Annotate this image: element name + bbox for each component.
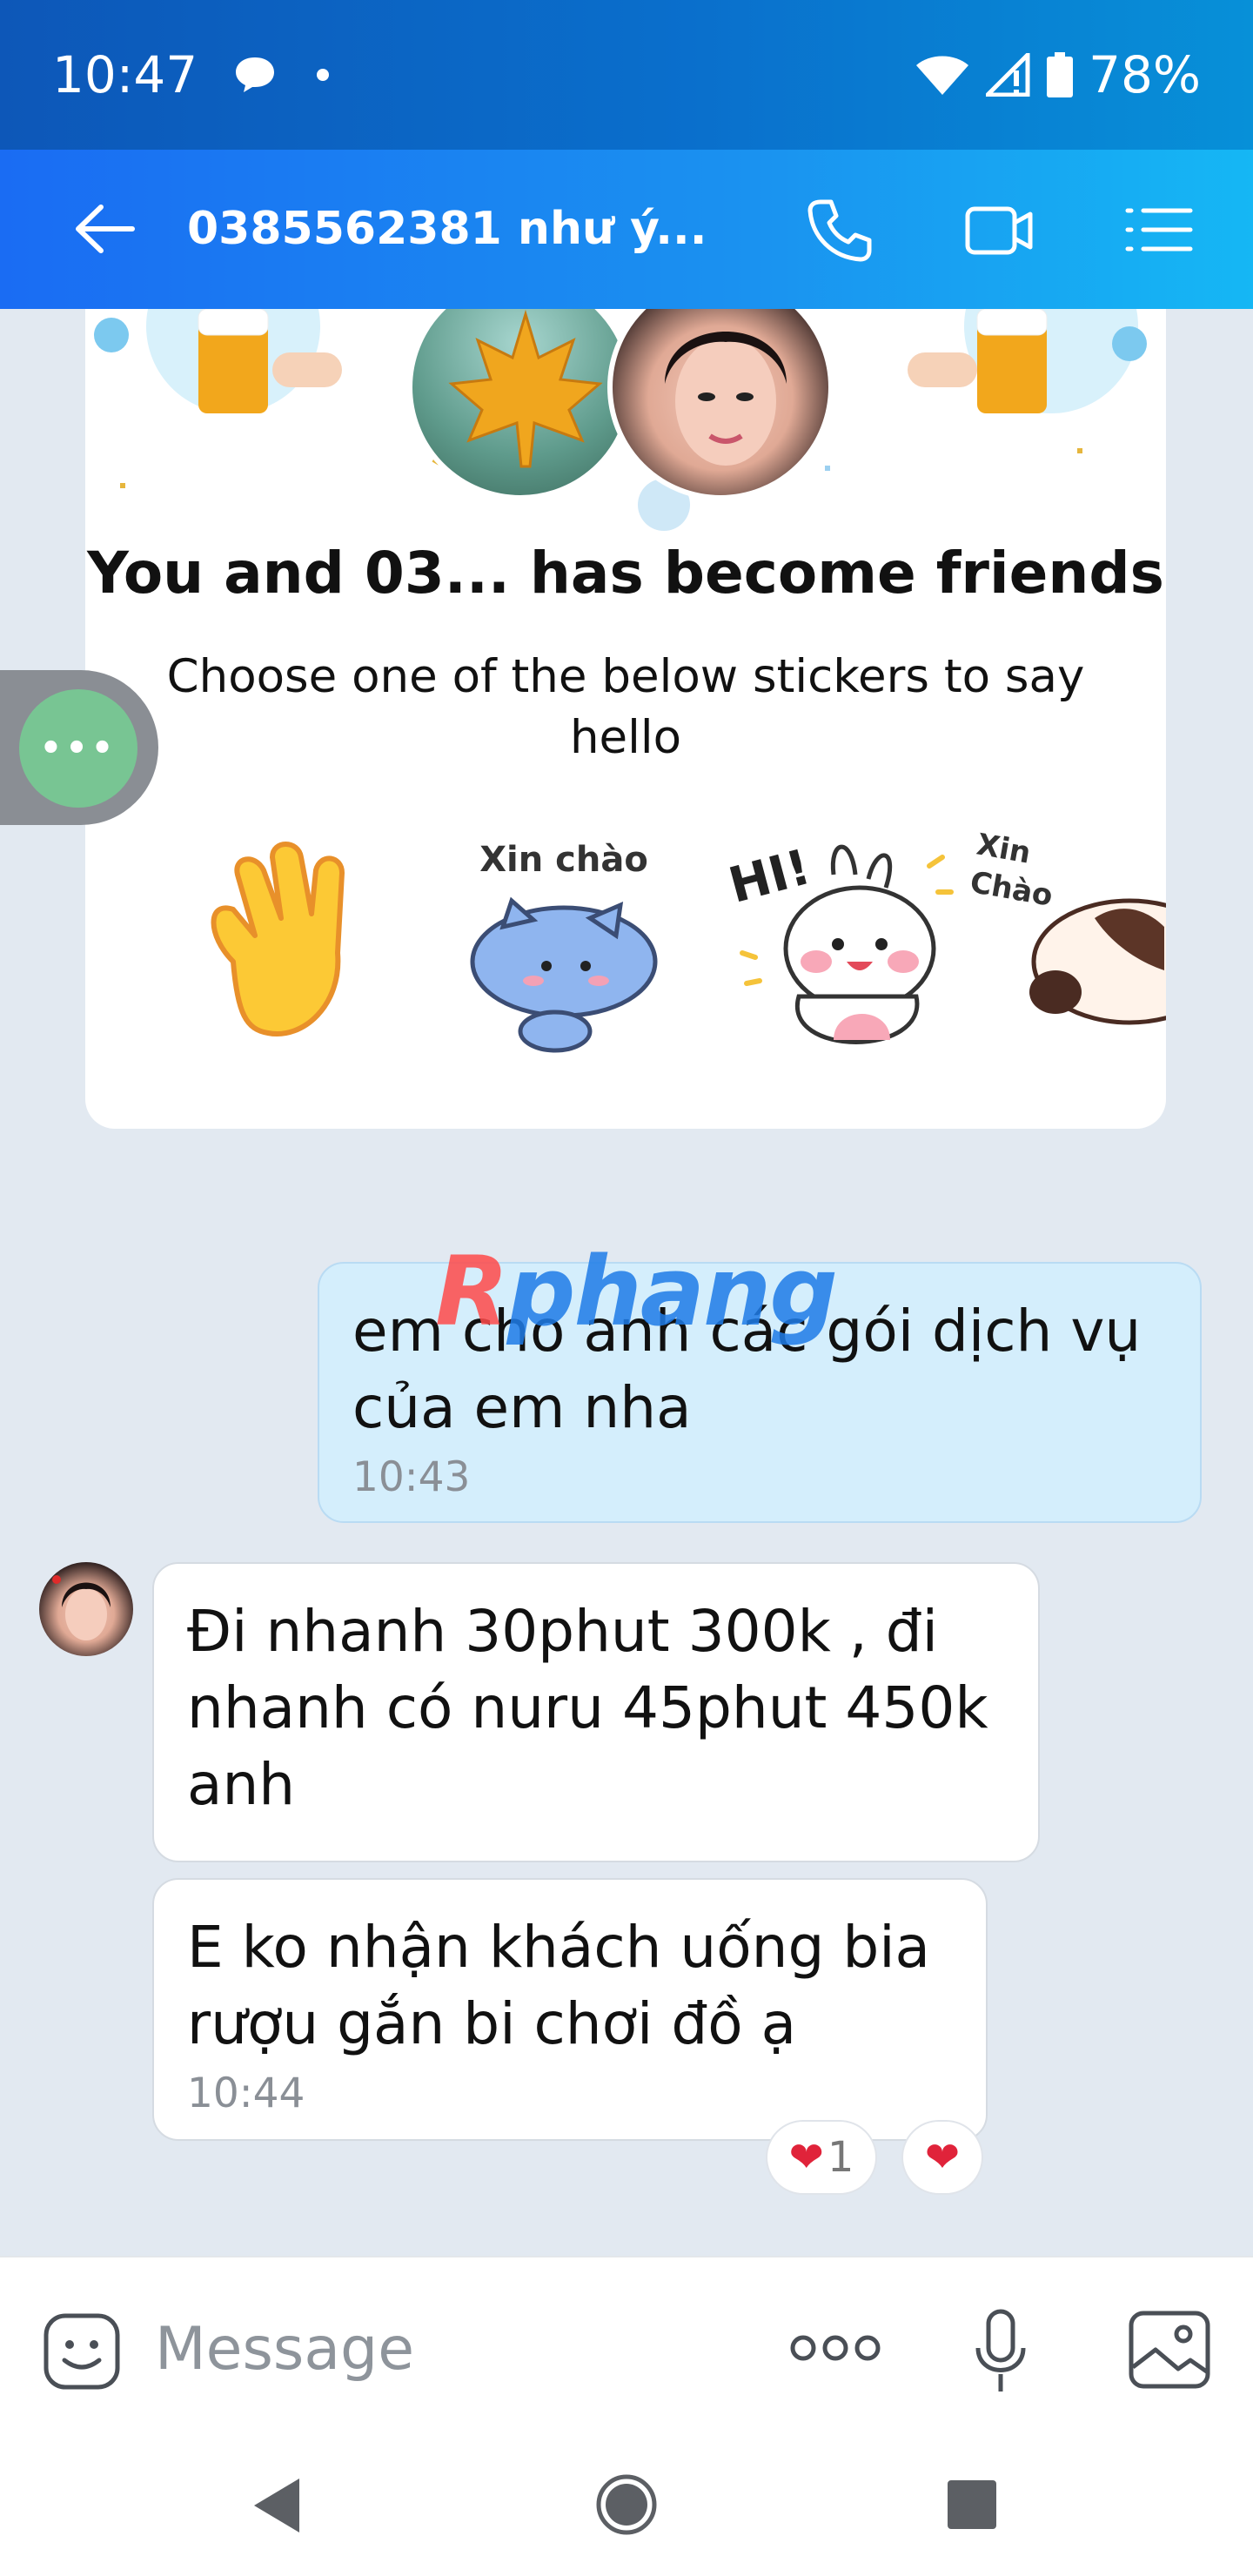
message-time: 10:44 xyxy=(187,2070,305,2117)
message-text: E ko nhận khách uống bia rượu gắn bi chơ… xyxy=(187,1914,931,2057)
phone-icon[interactable] xyxy=(805,195,874,265)
sticker-text: Xin chào xyxy=(479,840,648,880)
more-bubble-icon[interactable]: ••• xyxy=(19,689,137,808)
received-message[interactable]: Đi nhanh 30phut 300k , đi nhanh có nuru … xyxy=(152,1562,1040,1862)
friends-headline: You and 03... has become friends xyxy=(87,540,1164,607)
heart-icon: ❤ xyxy=(924,2133,961,2182)
menu-list-icon[interactable] xyxy=(1124,195,1194,265)
status-time: 10:47 xyxy=(52,45,198,104)
waving-hand-sticker[interactable] xyxy=(172,831,399,1057)
bunny-sticker[interactable]: HI! xyxy=(723,831,955,1057)
message-input-bar: Message xyxy=(0,2256,1253,2440)
wifi-icon xyxy=(916,56,969,95)
home-circle-icon[interactable] xyxy=(595,2473,658,2536)
status-right: 78% xyxy=(915,45,1201,104)
battery-icon xyxy=(1047,52,1074,97)
friends-subline: Choose one of the below stickers to say … xyxy=(166,650,1085,764)
message-time: 10:43 xyxy=(352,1453,471,1501)
microphone-icon[interactable] xyxy=(973,2308,1029,2395)
image-icon[interactable] xyxy=(1128,2310,1211,2390)
blue-cat-sticker[interactable]: Xin chào xyxy=(451,831,677,1057)
sender-avatar[interactable] xyxy=(39,1562,133,1656)
more-options-icon[interactable] xyxy=(787,2329,883,2367)
chat-title[interactable]: 0385562381 như ý... xyxy=(187,150,707,309)
system-nav-bar xyxy=(0,2440,1253,2576)
reaction-count: 1 xyxy=(827,2133,854,2182)
react-heart-button[interactable]: ❤ xyxy=(901,2120,983,2195)
signal-icon xyxy=(986,53,1030,97)
chat-header: 0385562381 như ý... xyxy=(0,150,1253,309)
battery-percent: 78% xyxy=(1089,45,1201,104)
friends-card: You and 03... has become friends Choose … xyxy=(85,309,1166,1129)
watermark-logo: Rphang xyxy=(435,1236,838,1347)
recents-square-icon[interactable] xyxy=(946,2479,998,2531)
floating-chat-head[interactable]: ••• xyxy=(0,670,158,825)
cow-sticker[interactable]: Xin Chào xyxy=(968,827,1166,1057)
chat-notification-icon xyxy=(236,57,275,92)
received-message[interactable]: E ko nhận khách uống bia rượu gắn bi chơ… xyxy=(152,1878,988,2141)
message-text: Đi nhanh 30phut 300k , đi nhanh có nuru … xyxy=(187,1598,988,1818)
emoji-icon[interactable] xyxy=(42,2311,122,2392)
heart-icon: ❤ xyxy=(788,2133,824,2182)
notification-icons xyxy=(232,54,330,96)
reaction-count-badge[interactable]: ❤ 1 xyxy=(766,2120,877,2195)
message-input[interactable]: Message xyxy=(155,2257,414,2442)
back-triangle-icon[interactable] xyxy=(251,2475,303,2536)
status-bar: 10:47 78% xyxy=(0,0,1253,150)
dot-icon xyxy=(317,69,330,81)
back-arrow-icon[interactable] xyxy=(70,198,139,259)
video-call-icon[interactable] xyxy=(964,195,1034,265)
